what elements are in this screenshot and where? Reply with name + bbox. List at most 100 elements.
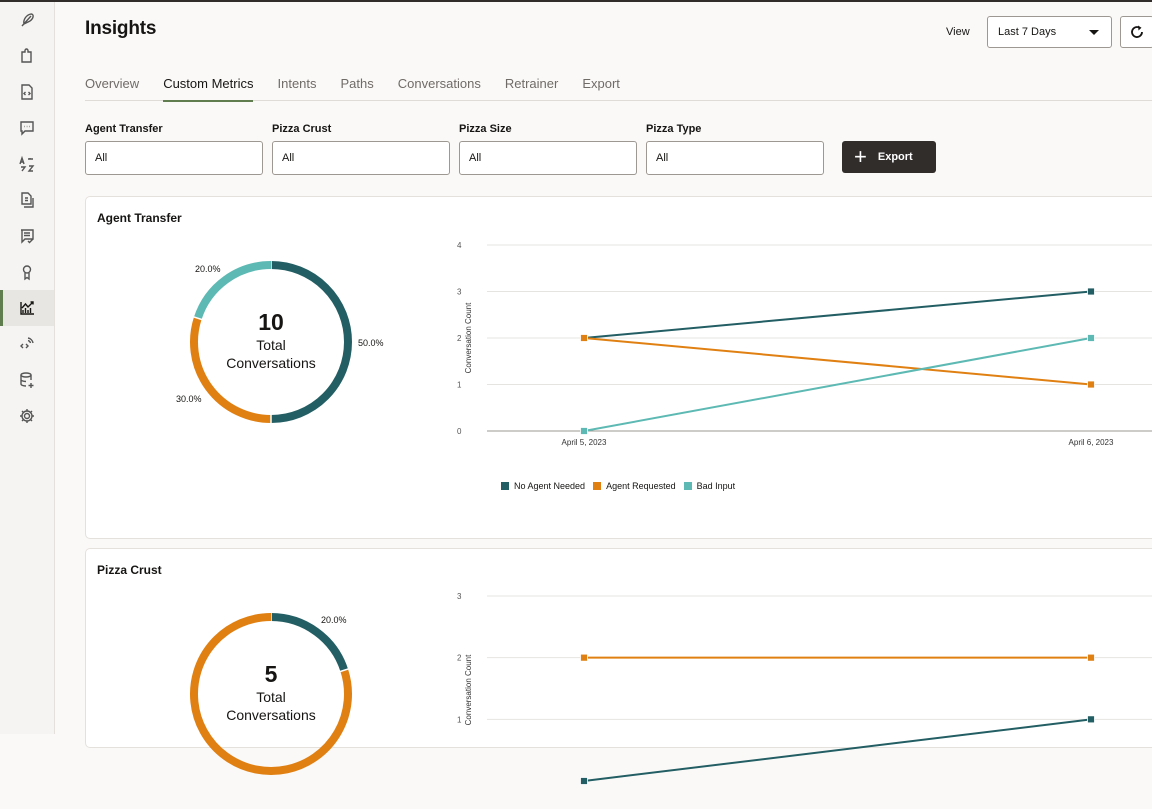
data-point-marker[interactable] xyxy=(580,653,588,662)
pizza-size-filter-input[interactable]: All xyxy=(459,141,637,175)
code-broadcast-icon xyxy=(20,337,34,349)
pizza-crust-filter-input[interactable]: All xyxy=(272,141,450,175)
puzzle-icon xyxy=(21,48,32,63)
filter-label: Pizza Size xyxy=(459,123,512,135)
view-range-select[interactable]: Last 7 Days xyxy=(987,16,1112,48)
translate-icon xyxy=(19,155,35,172)
data-point-marker[interactable] xyxy=(580,334,588,342)
y-tick-label: 3 xyxy=(457,288,462,297)
sidebar-item-insights[interactable] xyxy=(0,290,54,326)
tab-export[interactable]: Export xyxy=(582,68,620,101)
tab-retrainer[interactable]: Retrainer xyxy=(505,68,558,101)
legend-item-no-agent-needed[interactable]: No Agent Needed xyxy=(501,481,585,491)
sidebar-item-quality[interactable] xyxy=(0,218,54,254)
total-label-line1: Total xyxy=(256,337,286,353)
agent-transfer-filter-input[interactable]: All xyxy=(85,141,263,175)
view-label: View xyxy=(946,26,970,38)
tab-conversations[interactable]: Conversations xyxy=(398,68,481,101)
gear-icon xyxy=(20,409,34,423)
tab-bar: Overview Custom Metrics Intents Paths Co… xyxy=(85,68,1152,102)
tab-custom-metrics[interactable]: Custom Metrics xyxy=(163,68,254,102)
slice-label-bad-input: 20.0% xyxy=(195,264,221,274)
donut-center: 5 Total Conversations xyxy=(201,661,341,724)
slice-label-series-1: 20.0% xyxy=(321,615,347,625)
legend-label: Bad Input xyxy=(696,481,736,491)
sidebar-item-components[interactable] xyxy=(0,38,54,74)
legend-item-bad-input[interactable]: Bad Input xyxy=(683,481,736,491)
data-point-marker[interactable] xyxy=(580,427,588,435)
donut-center: 10 Total Conversations xyxy=(201,309,341,372)
sidebar-item-settings[interactable] xyxy=(0,398,54,434)
x-tick-label: April 5, 2023 xyxy=(562,438,607,447)
data-point-marker[interactable] xyxy=(1087,380,1095,389)
main-content: Insights View Last 7 Days Overview Custo… xyxy=(55,2,1152,785)
filter-label: Pizza Crust xyxy=(272,123,332,135)
filter-agent-transfer: Agent Transfer All xyxy=(85,123,263,175)
card-title: Pizza Crust xyxy=(97,563,162,577)
data-point-marker[interactable] xyxy=(1087,715,1095,724)
slice-label-no-agent-needed: 50.0% xyxy=(358,338,384,348)
plus-icon: + xyxy=(854,144,867,169)
series-line-series-1 xyxy=(583,718,1092,782)
total-label-line1: Total xyxy=(256,689,286,705)
tab-intents[interactable]: Intents xyxy=(277,68,316,101)
award-icon xyxy=(22,265,32,281)
feather-icon xyxy=(21,13,34,27)
chat-check-icon xyxy=(21,229,34,244)
documents-icon xyxy=(21,192,34,208)
legend-swatch xyxy=(683,482,692,490)
pizza-crust-line-chart: 1 2 3 Conversation Count xyxy=(457,592,1152,785)
sidebar-item-translation[interactable] xyxy=(0,146,54,182)
legend-item-agent-requested[interactable]: Agent Requested xyxy=(593,481,676,491)
sidebar-item-data[interactable] xyxy=(0,362,54,398)
filter-pizza-size: Pizza Size All xyxy=(459,123,637,175)
y-axis-label: Conversation Count xyxy=(464,654,473,725)
y-tick-label: 3 xyxy=(457,592,462,601)
y-tick-label: 0 xyxy=(457,427,462,436)
filter-label: Pizza Type xyxy=(646,123,702,135)
refresh-icon xyxy=(1131,25,1143,38)
view-range-value: Last 7 Days xyxy=(998,26,1057,38)
sidebar-item-achievements[interactable] xyxy=(0,254,54,290)
agent-transfer-line-chart: 0 1 2 3 4 Conversation Count April 5, 2023 Apri… xyxy=(457,241,1152,447)
legend-swatch xyxy=(501,482,509,490)
x-tick-label: April 6, 2023 xyxy=(1069,438,1114,447)
tab-overview[interactable]: Overview xyxy=(85,68,139,101)
insights-chart-icon xyxy=(20,301,34,315)
legend-swatch xyxy=(593,482,602,490)
y-tick-label: 2 xyxy=(457,334,462,343)
data-point-marker[interactable] xyxy=(1087,653,1095,662)
export-button[interactable]: + Export xyxy=(842,141,936,173)
series-line-agent-requested xyxy=(583,337,1092,386)
data-point-marker[interactable] xyxy=(580,777,588,785)
pizza-crust-card: Pizza Crust 5 Total Conversations 20.0% … xyxy=(85,548,1152,785)
total-label-line2: Conversations xyxy=(226,355,316,371)
pizza-type-filter-input[interactable]: All xyxy=(646,141,824,175)
caret-down-icon xyxy=(1089,30,1099,35)
sidebar-item-conversations[interactable] xyxy=(0,110,54,146)
y-tick-label: 4 xyxy=(457,241,462,250)
refresh-button[interactable] xyxy=(1120,16,1152,48)
y-tick-label: 2 xyxy=(457,654,462,663)
y-tick-label: 1 xyxy=(457,715,462,724)
filter-pizza-crust: Pizza Crust All xyxy=(272,123,450,175)
legend-label: No Agent Needed xyxy=(514,481,586,491)
slice-label-agent-requested: 30.0% xyxy=(176,394,202,404)
sidebar-item-channels[interactable] xyxy=(0,326,54,362)
pizza-crust-donut: 5 Total Conversations xyxy=(186,609,356,779)
total-count: 5 xyxy=(264,661,278,687)
sidebar-item-feather[interactable] xyxy=(0,2,54,38)
card-title: Agent Transfer xyxy=(97,211,182,225)
filter-pizza-type: Pizza Type All xyxy=(646,123,824,175)
data-point-marker[interactable] xyxy=(1087,334,1095,342)
database-add-icon xyxy=(20,372,34,388)
data-point-marker[interactable] xyxy=(1087,287,1095,296)
series-line-no-agent-needed xyxy=(583,290,1092,339)
page-title: Insights xyxy=(85,18,157,39)
sidebar-item-flows[interactable] xyxy=(0,74,54,110)
tab-paths[interactable]: Paths xyxy=(341,68,374,101)
legend-label: Agent Requested xyxy=(606,481,676,491)
y-axis-label: Conversation Count xyxy=(464,302,473,373)
sidebar-item-documents[interactable] xyxy=(0,182,54,218)
total-count: 10 xyxy=(258,309,284,335)
